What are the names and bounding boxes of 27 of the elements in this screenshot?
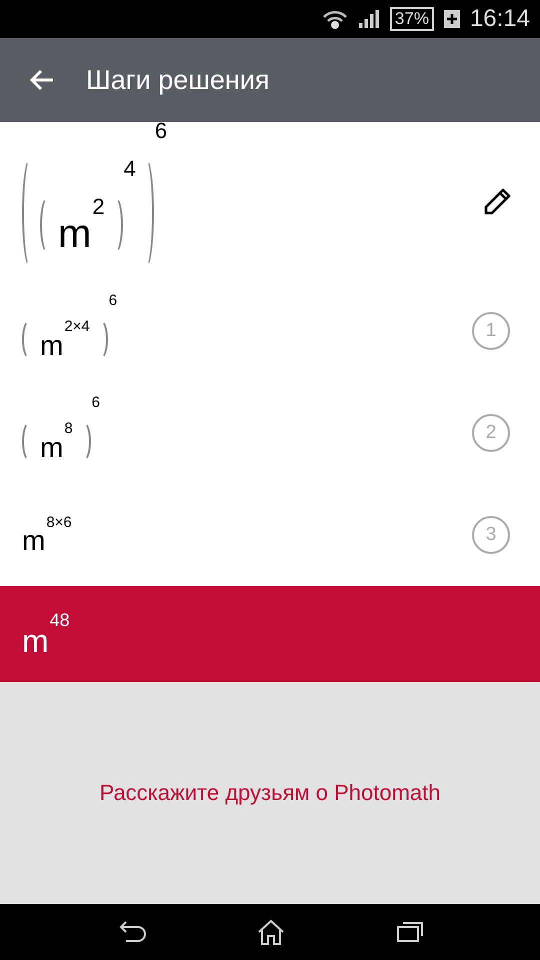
step-number: 1 [472,312,510,350]
clock: 16:14 [470,5,530,33]
exponent: 6 [92,394,100,410]
battery-level: 37% [390,7,434,31]
exponent: 2 [92,196,105,218]
wifi-icon [322,8,348,30]
charging-icon [444,10,460,28]
step-number: 2 [472,414,510,452]
step-number: 3 [472,516,510,554]
variable: m [22,527,46,556]
exponent: 2×4 [64,319,90,334]
exponent: 6 [108,292,118,308]
variable: m [40,332,64,360]
variable: m [22,625,49,658]
recent-apps-icon[interactable] [396,921,424,943]
signal-icon [358,9,380,29]
back-arrow-icon [29,68,55,92]
exponent: 48 [50,610,70,629]
variable: m [40,434,64,462]
screen-title: Шаги решения [86,64,270,96]
home-icon[interactable] [256,919,285,945]
share-link[interactable]: Расскажите друзьям о Photomath [100,780,440,806]
exponent: 8 [64,421,73,436]
exponent: 4 [124,158,136,180]
exponent: 8×6 [46,514,72,530]
variable: m [58,214,92,254]
exponent: 6 [154,120,168,142]
